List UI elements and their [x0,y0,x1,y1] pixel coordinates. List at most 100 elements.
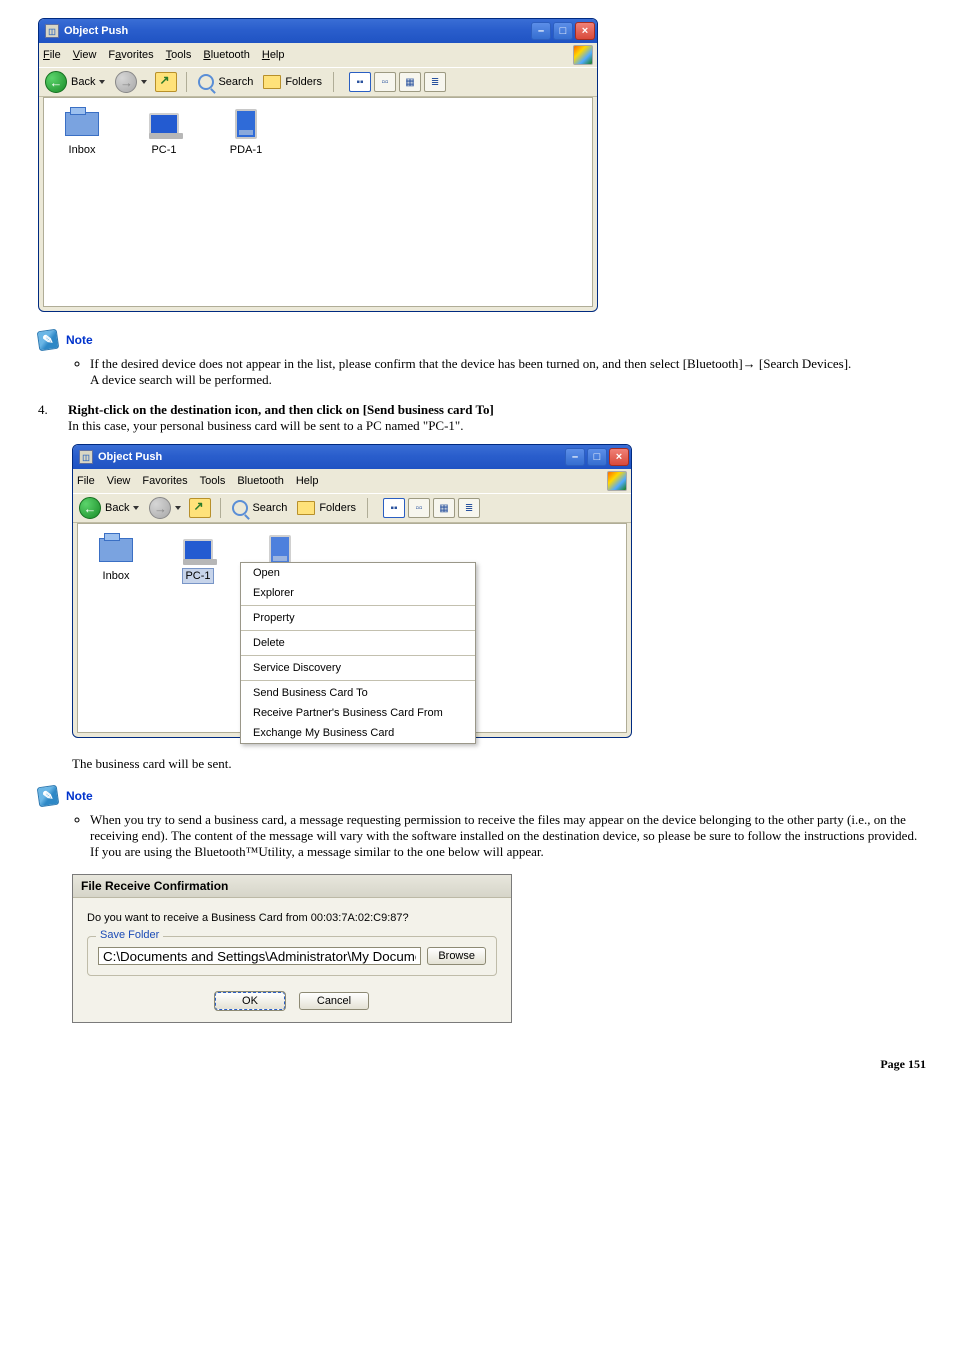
menu-tools[interactable]: Tools [166,49,192,61]
inbox-icon [99,538,133,562]
device-inbox[interactable]: Inbox [52,108,112,156]
note-bullet: When you try to send a business card, a … [90,812,926,860]
separator [333,72,334,92]
forward-icon: → [115,71,137,93]
chevron-down-icon [99,80,105,84]
note-block-1: ✎ Note If the desired device does not ap… [38,330,926,388]
page-footer: Page 151 [38,1057,926,1072]
folder-icon [263,75,281,89]
ctx-send-business-card[interactable]: Send Business Card To [241,683,475,703]
ctx-service-discovery[interactable]: Service Discovery [241,658,475,678]
view-button-3[interactable]: ▦ [399,72,421,92]
search-button[interactable]: Search [196,74,255,90]
folders-label: Folders [285,76,322,88]
ctx-exchange-card[interactable]: Exchange My Business Card [241,723,475,743]
device-label: Inbox [86,570,146,582]
content-area: Inbox PC-1 PDA-1 Open Explorer Property … [77,523,627,733]
close-button[interactable]: × [575,22,595,40]
forward-button[interactable]: → [113,71,149,93]
toolbar: ← Back → Search Folders ▪▪ ▫▫ ▦ ≣ [39,67,597,97]
object-push-window-1: ◫ Object Push – □ × File View Favorites … [38,18,598,312]
cancel-button[interactable]: Cancel [299,992,369,1010]
search-label: Search [218,76,253,88]
view-button-3[interactable]: ▦ [433,498,455,518]
search-icon [198,74,214,90]
ctx-property[interactable]: Property [241,608,475,628]
ctx-explorer[interactable]: Explorer [241,583,475,603]
menu-tools[interactable]: Tools [200,475,226,487]
note-bullet: If the desired device does not appear in… [90,356,926,388]
back-label: Back [105,502,129,514]
folders-button[interactable]: Folders [261,75,324,89]
minimize-button[interactable]: – [565,448,585,466]
search-label: Search [252,502,287,514]
step-desc: In this case, your personal business car… [68,418,464,433]
note-heading: Note [66,333,93,347]
after-text: The business card will be sent. [72,756,926,772]
save-folder-input[interactable] [98,947,421,965]
separator [367,498,368,518]
up-folder-button[interactable] [189,498,211,518]
back-button[interactable]: ← Back [77,497,141,519]
menu-help[interactable]: Help [296,475,319,487]
menu-favorites[interactable]: Favorites [108,49,153,61]
note-block-2: ✎ Note When you try to send a business c… [38,786,926,860]
back-icon: ← [79,497,101,519]
device-pc-1[interactable]: PC-1 [168,534,228,582]
window-title: Object Push [98,451,565,463]
back-button[interactable]: ← Back [43,71,107,93]
maximize-button[interactable]: □ [553,22,573,40]
pda-icon [269,535,291,565]
step-4: 4. Right-click on the destination icon, … [38,402,926,434]
pc-icon [149,113,179,135]
view-button-2[interactable]: ▫▫ [408,498,430,518]
menu-view[interactable]: View [73,49,97,61]
menu-favorites[interactable]: Favorites [142,475,187,487]
minimize-button[interactable]: – [531,22,551,40]
menu-bluetooth[interactable]: Bluetooth [237,475,283,487]
chevron-down-icon [133,506,139,510]
device-inbox[interactable]: Inbox [86,534,146,582]
menu-file[interactable]: File [77,475,95,487]
ctx-delete[interactable]: Delete [241,633,475,653]
throbber-icon [607,471,627,491]
menu-help[interactable]: Help [262,49,285,61]
ctx-receive-partner-card[interactable]: Receive Partner's Business Card From [241,703,475,723]
titlebar[interactable]: ◫ Object Push – □ × [39,19,597,43]
search-button[interactable]: Search [230,500,289,516]
view-button-4[interactable]: ≣ [424,72,446,92]
menubar: File View Favorites Tools Bluetooth Help [39,43,597,67]
pc-icon [183,539,213,561]
chevron-down-icon [141,80,147,84]
up-folder-button[interactable] [155,72,177,92]
menu-bluetooth[interactable]: Bluetooth [203,49,250,61]
device-pda-1[interactable]: PDA-1 [216,108,276,156]
back-icon: ← [45,71,67,93]
fieldset-legend: Save Folder [96,929,163,941]
forward-button[interactable]: → [147,497,183,519]
folders-button[interactable]: Folders [295,501,358,515]
titlebar[interactable]: ◫ Object Push – □ × [73,445,631,469]
chevron-down-icon [175,506,181,510]
view-button-1[interactable]: ▪▪ [349,72,371,92]
device-label: Inbox [52,144,112,156]
search-icon [232,500,248,516]
note-icon: ✎ [37,785,60,808]
device-pc-1[interactable]: PC-1 [134,108,194,156]
content-area: Inbox PC-1 PDA-1 [43,97,593,307]
toolbar: ← Back → Search Folders ▪▪ ▫▫ ▦ ≣ [73,493,631,523]
ctx-open[interactable]: Open [241,563,475,583]
menu-view[interactable]: View [107,475,131,487]
browse-button[interactable]: Browse [427,947,486,965]
step-title: Right-click on the destination icon, and… [68,402,494,417]
folders-label: Folders [319,502,356,514]
view-button-2[interactable]: ▫▫ [374,72,396,92]
view-button-1[interactable]: ▪▪ [383,498,405,518]
maximize-button[interactable]: □ [587,448,607,466]
app-icon: ◫ [45,24,59,38]
window-title: Object Push [64,25,531,37]
view-button-4[interactable]: ≣ [458,498,480,518]
ok-button[interactable]: OK [215,992,285,1010]
close-button[interactable]: × [609,448,629,466]
menu-file[interactable]: File [43,49,61,61]
